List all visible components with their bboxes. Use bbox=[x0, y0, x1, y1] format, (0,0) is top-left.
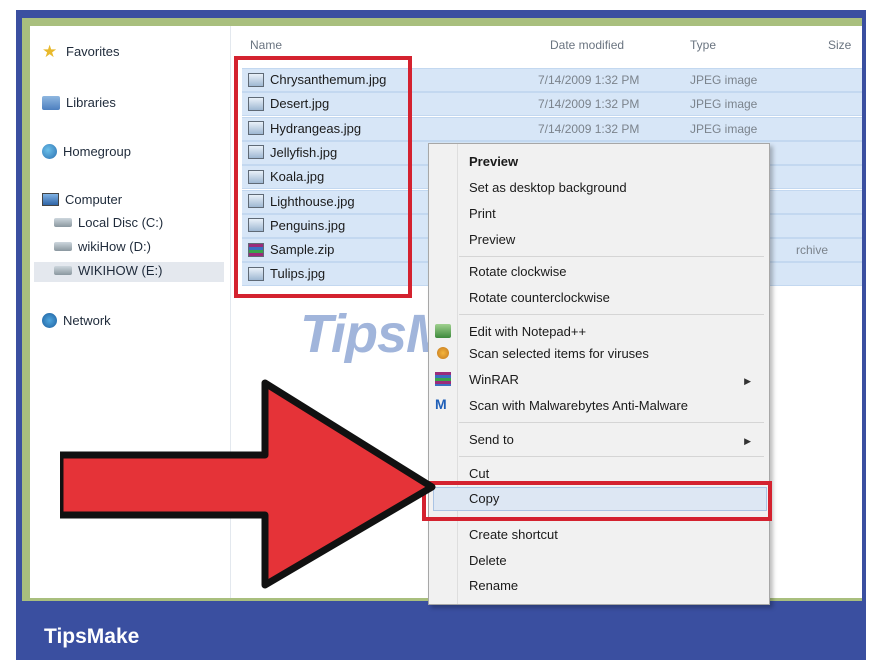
menu-item-scan-viruses[interactable]: Scan selected items for viruses bbox=[469, 346, 649, 361]
submenu-arrow-icon: ▶ bbox=[744, 376, 751, 386]
column-header-name[interactable]: Name bbox=[250, 38, 282, 52]
menu-item-set-desktop-background[interactable]: Set as desktop background bbox=[469, 180, 627, 195]
file-date: 7/14/2009 1:32 PM bbox=[538, 121, 640, 136]
arrow-shape bbox=[60, 379, 436, 589]
file-type: rchive bbox=[796, 243, 829, 258]
menu-item-malwarebytes[interactable]: Scan with Malwarebytes Anti-Malware bbox=[469, 398, 688, 413]
file-type: JPEG image bbox=[690, 97, 758, 112]
menu-separator bbox=[459, 422, 764, 423]
menu-item-edit-notepad[interactable]: Edit with Notepad++ bbox=[469, 324, 586, 339]
menu-separator bbox=[459, 256, 764, 257]
homegroup-icon bbox=[42, 144, 57, 159]
nav-item-computer[interactable]: Computer bbox=[42, 192, 122, 207]
nav-item-local-disc[interactable]: Local Disc (C:) bbox=[54, 215, 163, 230]
menu-item-rotate-counterclockwise[interactable]: Rotate counterclockwise bbox=[469, 290, 610, 305]
column-header-date[interactable]: Date modified bbox=[550, 38, 624, 52]
menu-item-create-shortcut[interactable]: Create shortcut bbox=[469, 527, 558, 542]
context-menu: Preview Set as desktop background Print … bbox=[428, 143, 770, 605]
nav-label: WIKIHOW (E:) bbox=[78, 263, 163, 278]
menu-item-preview[interactable]: Preview bbox=[469, 232, 515, 247]
column-header-size[interactable]: Size bbox=[828, 38, 851, 52]
file-type: JPEG image bbox=[690, 121, 758, 136]
files-highlight-box bbox=[234, 56, 412, 298]
antivirus-icon bbox=[437, 347, 449, 359]
menu-separator bbox=[459, 314, 764, 315]
file-date: 7/14/2009 1:32 PM bbox=[538, 73, 640, 87]
nav-item-wikihow-e[interactable]: WIKIHOW (E:) bbox=[54, 263, 163, 278]
menu-item-delete[interactable]: Delete bbox=[469, 553, 507, 568]
copy-highlight-box bbox=[422, 481, 772, 521]
submenu-arrow-icon: ▶ bbox=[744, 436, 751, 446]
menu-item-rename[interactable]: Rename bbox=[469, 578, 518, 593]
drive-icon bbox=[54, 242, 72, 251]
menu-item-rotate-clockwise[interactable]: Rotate clockwise bbox=[469, 264, 567, 279]
brand-band bbox=[16, 598, 866, 660]
nav-label: Favorites bbox=[66, 44, 120, 59]
nav-item-libraries[interactable]: Libraries bbox=[42, 95, 116, 110]
menu-item-preview-default[interactable]: Preview bbox=[469, 154, 518, 169]
library-icon bbox=[42, 95, 60, 110]
nav-item-homegroup[interactable]: Homegroup bbox=[42, 144, 131, 159]
red-arrow-pointer bbox=[60, 379, 436, 589]
menu-item-send-to[interactable]: Send to bbox=[469, 432, 514, 447]
nav-label: Network bbox=[63, 313, 111, 328]
nav-item-wikihow-d[interactable]: wikiHow (D:) bbox=[54, 239, 151, 254]
menu-separator bbox=[459, 456, 764, 457]
drive-icon bbox=[54, 218, 72, 227]
star-icon bbox=[42, 42, 60, 62]
computer-icon bbox=[42, 193, 59, 206]
network-icon bbox=[42, 313, 57, 328]
notepad-plus-plus-icon bbox=[435, 324, 451, 338]
nav-item-favorites[interactable]: Favorites bbox=[42, 42, 120, 62]
nav-label: Computer bbox=[65, 192, 123, 207]
brand-logo-text: TipsMake bbox=[44, 625, 140, 648]
menu-item-winrar[interactable]: WinRAR bbox=[469, 372, 519, 387]
usb-drive-icon bbox=[54, 266, 72, 275]
column-header-type[interactable]: Type bbox=[690, 38, 716, 52]
menu-icon-gutter bbox=[457, 144, 458, 604]
file-type: JPEG image bbox=[690, 73, 758, 87]
file-date: 7/14/2009 1:32 PM bbox=[538, 97, 640, 112]
nav-label: Local Disc (C:) bbox=[78, 215, 164, 230]
menu-item-print[interactable]: Print bbox=[469, 206, 496, 221]
nav-label: Homegroup bbox=[63, 144, 131, 159]
menu-item-cut[interactable]: Cut bbox=[469, 466, 489, 481]
nav-item-network[interactable]: Network bbox=[42, 313, 111, 328]
nav-label: Libraries bbox=[66, 95, 116, 110]
nav-label: wikiHow (D:) bbox=[78, 239, 151, 254]
